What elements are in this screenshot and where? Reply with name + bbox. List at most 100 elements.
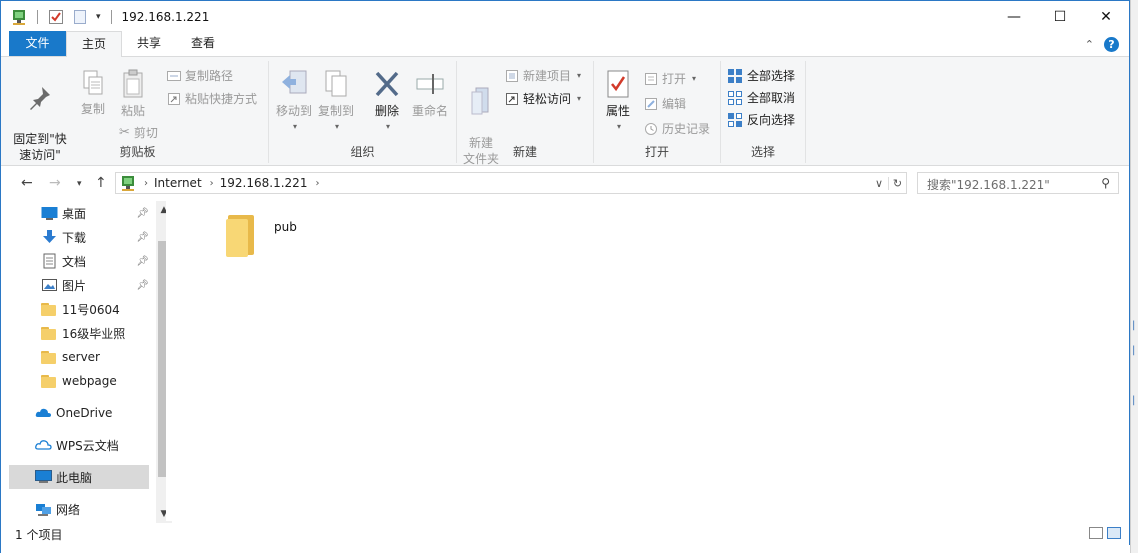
group-organize: 移动到 ▾ 复制到 ▾ 删除 ▾ 重命名 组织 bbox=[269, 61, 457, 163]
nav-item-folder[interactable]: server bbox=[9, 345, 149, 369]
select-all-label: 全部选择 bbox=[747, 69, 796, 83]
folder-icon bbox=[41, 349, 58, 365]
address-history-dropdown-icon[interactable]: ∨ bbox=[870, 177, 888, 190]
pin-icon[interactable]: 📌︎ bbox=[136, 208, 149, 219]
paste-button[interactable]: 粘贴 bbox=[113, 69, 153, 119]
window-title: 192.168.1.221 bbox=[121, 9, 210, 24]
new-item-label: 新建项目 bbox=[523, 69, 572, 83]
new-item-button[interactable]: 新建项目 ▾ bbox=[505, 67, 581, 84]
refresh-icon[interactable]: ↻ bbox=[888, 176, 906, 190]
breadcrumb-chevron-icon[interactable]: › bbox=[144, 178, 148, 189]
details-view-icon[interactable] bbox=[1089, 527, 1103, 539]
cut-button[interactable]: ✂ 剪切 bbox=[119, 124, 158, 141]
ribbon-tabs: 文件 主页 共享 查看 ⌃ ? bbox=[1, 31, 1129, 57]
rename-button[interactable]: 重命名 bbox=[407, 69, 453, 119]
nav-item-folder[interactable]: 16级毕业照 bbox=[9, 321, 149, 345]
nav-item-downloads[interactable]: 下载 📌︎ bbox=[9, 225, 149, 249]
breadcrumb-chevron-icon[interactable]: › bbox=[210, 178, 214, 189]
open-button[interactable]: 打开 ▾ bbox=[644, 70, 696, 87]
pin-icon[interactable]: 📌︎ bbox=[136, 232, 149, 243]
chevron-down-icon: ▾ bbox=[577, 94, 582, 103]
tab-view[interactable]: 查看 bbox=[176, 31, 230, 56]
computer-icon bbox=[35, 469, 52, 485]
history-icon bbox=[645, 122, 657, 135]
large-icons-view-icon[interactable] bbox=[1107, 527, 1121, 539]
back-arrow-icon[interactable]: ← bbox=[21, 175, 33, 191]
up-arrow-icon[interactable]: ↑ bbox=[95, 175, 107, 191]
move-to-button[interactable]: 移动到 ▾ bbox=[273, 69, 315, 135]
nav-label: webpage bbox=[62, 374, 117, 388]
select-none-label: 全部取消 bbox=[747, 91, 796, 105]
pin-icon bbox=[30, 87, 50, 110]
nav-item-wps[interactable]: WPS云文档 bbox=[9, 433, 149, 457]
explorer-window: ▾ 192.168.1.221 — ☐ ✕ 文件 主页 共享 查看 ⌃ ? 固定… bbox=[0, 0, 1131, 553]
copy-to-button[interactable]: 复制到 ▾ bbox=[315, 69, 357, 135]
history-label: 历史记录 bbox=[662, 122, 711, 136]
nav-item-desktop[interactable]: 桌面 📌︎ bbox=[9, 201, 149, 225]
select-none-button[interactable]: 全部取消 bbox=[727, 89, 795, 106]
rename-label: 重命名 bbox=[411, 104, 448, 118]
nav-item-this-pc[interactable]: 此电脑 bbox=[9, 465, 149, 489]
maximize-button[interactable]: ☐ bbox=[1037, 1, 1083, 32]
breadcrumb-chevron-icon[interactable]: › bbox=[315, 178, 319, 189]
easy-access-icon bbox=[506, 92, 518, 105]
tab-home[interactable]: 主页 bbox=[66, 31, 123, 57]
forward-arrow-icon[interactable]: → bbox=[49, 175, 61, 191]
breadcrumb-host[interactable]: 192.168.1.221 bbox=[220, 176, 308, 190]
breadcrumb-internet[interactable]: Internet bbox=[154, 176, 202, 190]
edge-mark: | bbox=[1132, 395, 1136, 406]
easy-access-button[interactable]: 轻松访问 ▾ bbox=[505, 90, 581, 107]
copy-button[interactable]: 复制 bbox=[73, 69, 113, 117]
properties-button[interactable]: 属性 ▾ bbox=[596, 69, 640, 135]
tab-share[interactable]: 共享 bbox=[122, 31, 176, 56]
edit-icon bbox=[645, 97, 657, 110]
nav-item-folder[interactable]: webpage bbox=[9, 369, 149, 393]
nav-item-network[interactable]: 网络 bbox=[9, 497, 149, 521]
cut-label: 剪切 bbox=[133, 126, 158, 140]
nav-item-pictures[interactable]: 图片 📌︎ bbox=[9, 273, 149, 297]
group-new: 新建 文件夹 新建项目 ▾ 轻松访问 ▾ 新建 bbox=[457, 61, 594, 166]
cloud-icon bbox=[35, 405, 52, 421]
paste-shortcut-button[interactable]: 粘贴快捷方式 bbox=[167, 90, 257, 107]
nav-item-documents[interactable]: 文档 📌︎ bbox=[9, 249, 149, 273]
item-count: 1 个项目 bbox=[15, 527, 63, 542]
pin-icon[interactable]: 📌︎ bbox=[136, 280, 149, 291]
history-button[interactable]: 历史记录 bbox=[644, 120, 710, 137]
open-label: 打开 bbox=[662, 72, 687, 86]
new-folder-quick-icon[interactable] bbox=[72, 9, 88, 25]
pin-icon[interactable]: 📌︎ bbox=[136, 256, 149, 267]
recent-locations-icon[interactable]: ▾ bbox=[77, 179, 82, 189]
select-none-icon bbox=[728, 90, 742, 105]
clipboard-group-label: 剪贴板 bbox=[119, 145, 156, 159]
navigation-bar: ← → ▾ ↑ › Internet › 192.168.1.221 › ∨ ↻… bbox=[1, 167, 1129, 201]
file-list: pub bbox=[166, 201, 1129, 521]
nav-item-folder[interactable]: 11号0604 bbox=[9, 297, 149, 321]
select-all-button[interactable]: 全部选择 bbox=[727, 67, 795, 84]
address-bar[interactable]: › Internet › 192.168.1.221 › ∨ ↻ bbox=[115, 172, 907, 194]
chevron-down-icon: ▾ bbox=[616, 122, 621, 131]
minimize-button[interactable]: — bbox=[991, 1, 1037, 32]
search-icon[interactable]: ⚲ bbox=[1101, 176, 1110, 190]
search-input[interactable]: 搜索"192.168.1.221" ⚲ bbox=[917, 172, 1119, 194]
customize-toolbar-icon[interactable]: ▾ bbox=[96, 12, 101, 22]
edit-label: 编辑 bbox=[662, 97, 687, 111]
chevron-down-icon: ▾ bbox=[385, 122, 390, 131]
chevron-down-icon: ▾ bbox=[334, 122, 339, 131]
invert-selection-button[interactable]: 反向选择 bbox=[727, 111, 795, 128]
paste-shortcut-icon bbox=[168, 92, 180, 105]
taskbar-fragment bbox=[1, 545, 1131, 553]
tab-file[interactable]: 文件 bbox=[9, 31, 66, 56]
new-group-label: 新建 bbox=[512, 145, 537, 159]
copy-path-label: 复制路径 bbox=[185, 69, 234, 83]
file-item-pub[interactable]: pub bbox=[226, 213, 297, 257]
copy-path-button[interactable]: 复制路径 bbox=[167, 67, 233, 84]
collapse-ribbon-icon[interactable]: ⌃ bbox=[1085, 38, 1094, 51]
properties-quick-icon[interactable] bbox=[48, 9, 64, 25]
nav-item-onedrive[interactable]: OneDrive bbox=[9, 401, 149, 425]
group-select: 全部选择 全部取消 反向选择 选择 bbox=[721, 61, 806, 163]
edit-button[interactable]: 编辑 bbox=[644, 95, 686, 112]
help-icon[interactable]: ? bbox=[1104, 37, 1119, 52]
delete-button[interactable]: 删除 ▾ bbox=[367, 69, 407, 135]
close-button[interactable]: ✕ bbox=[1083, 1, 1129, 32]
delete-icon bbox=[375, 71, 399, 97]
